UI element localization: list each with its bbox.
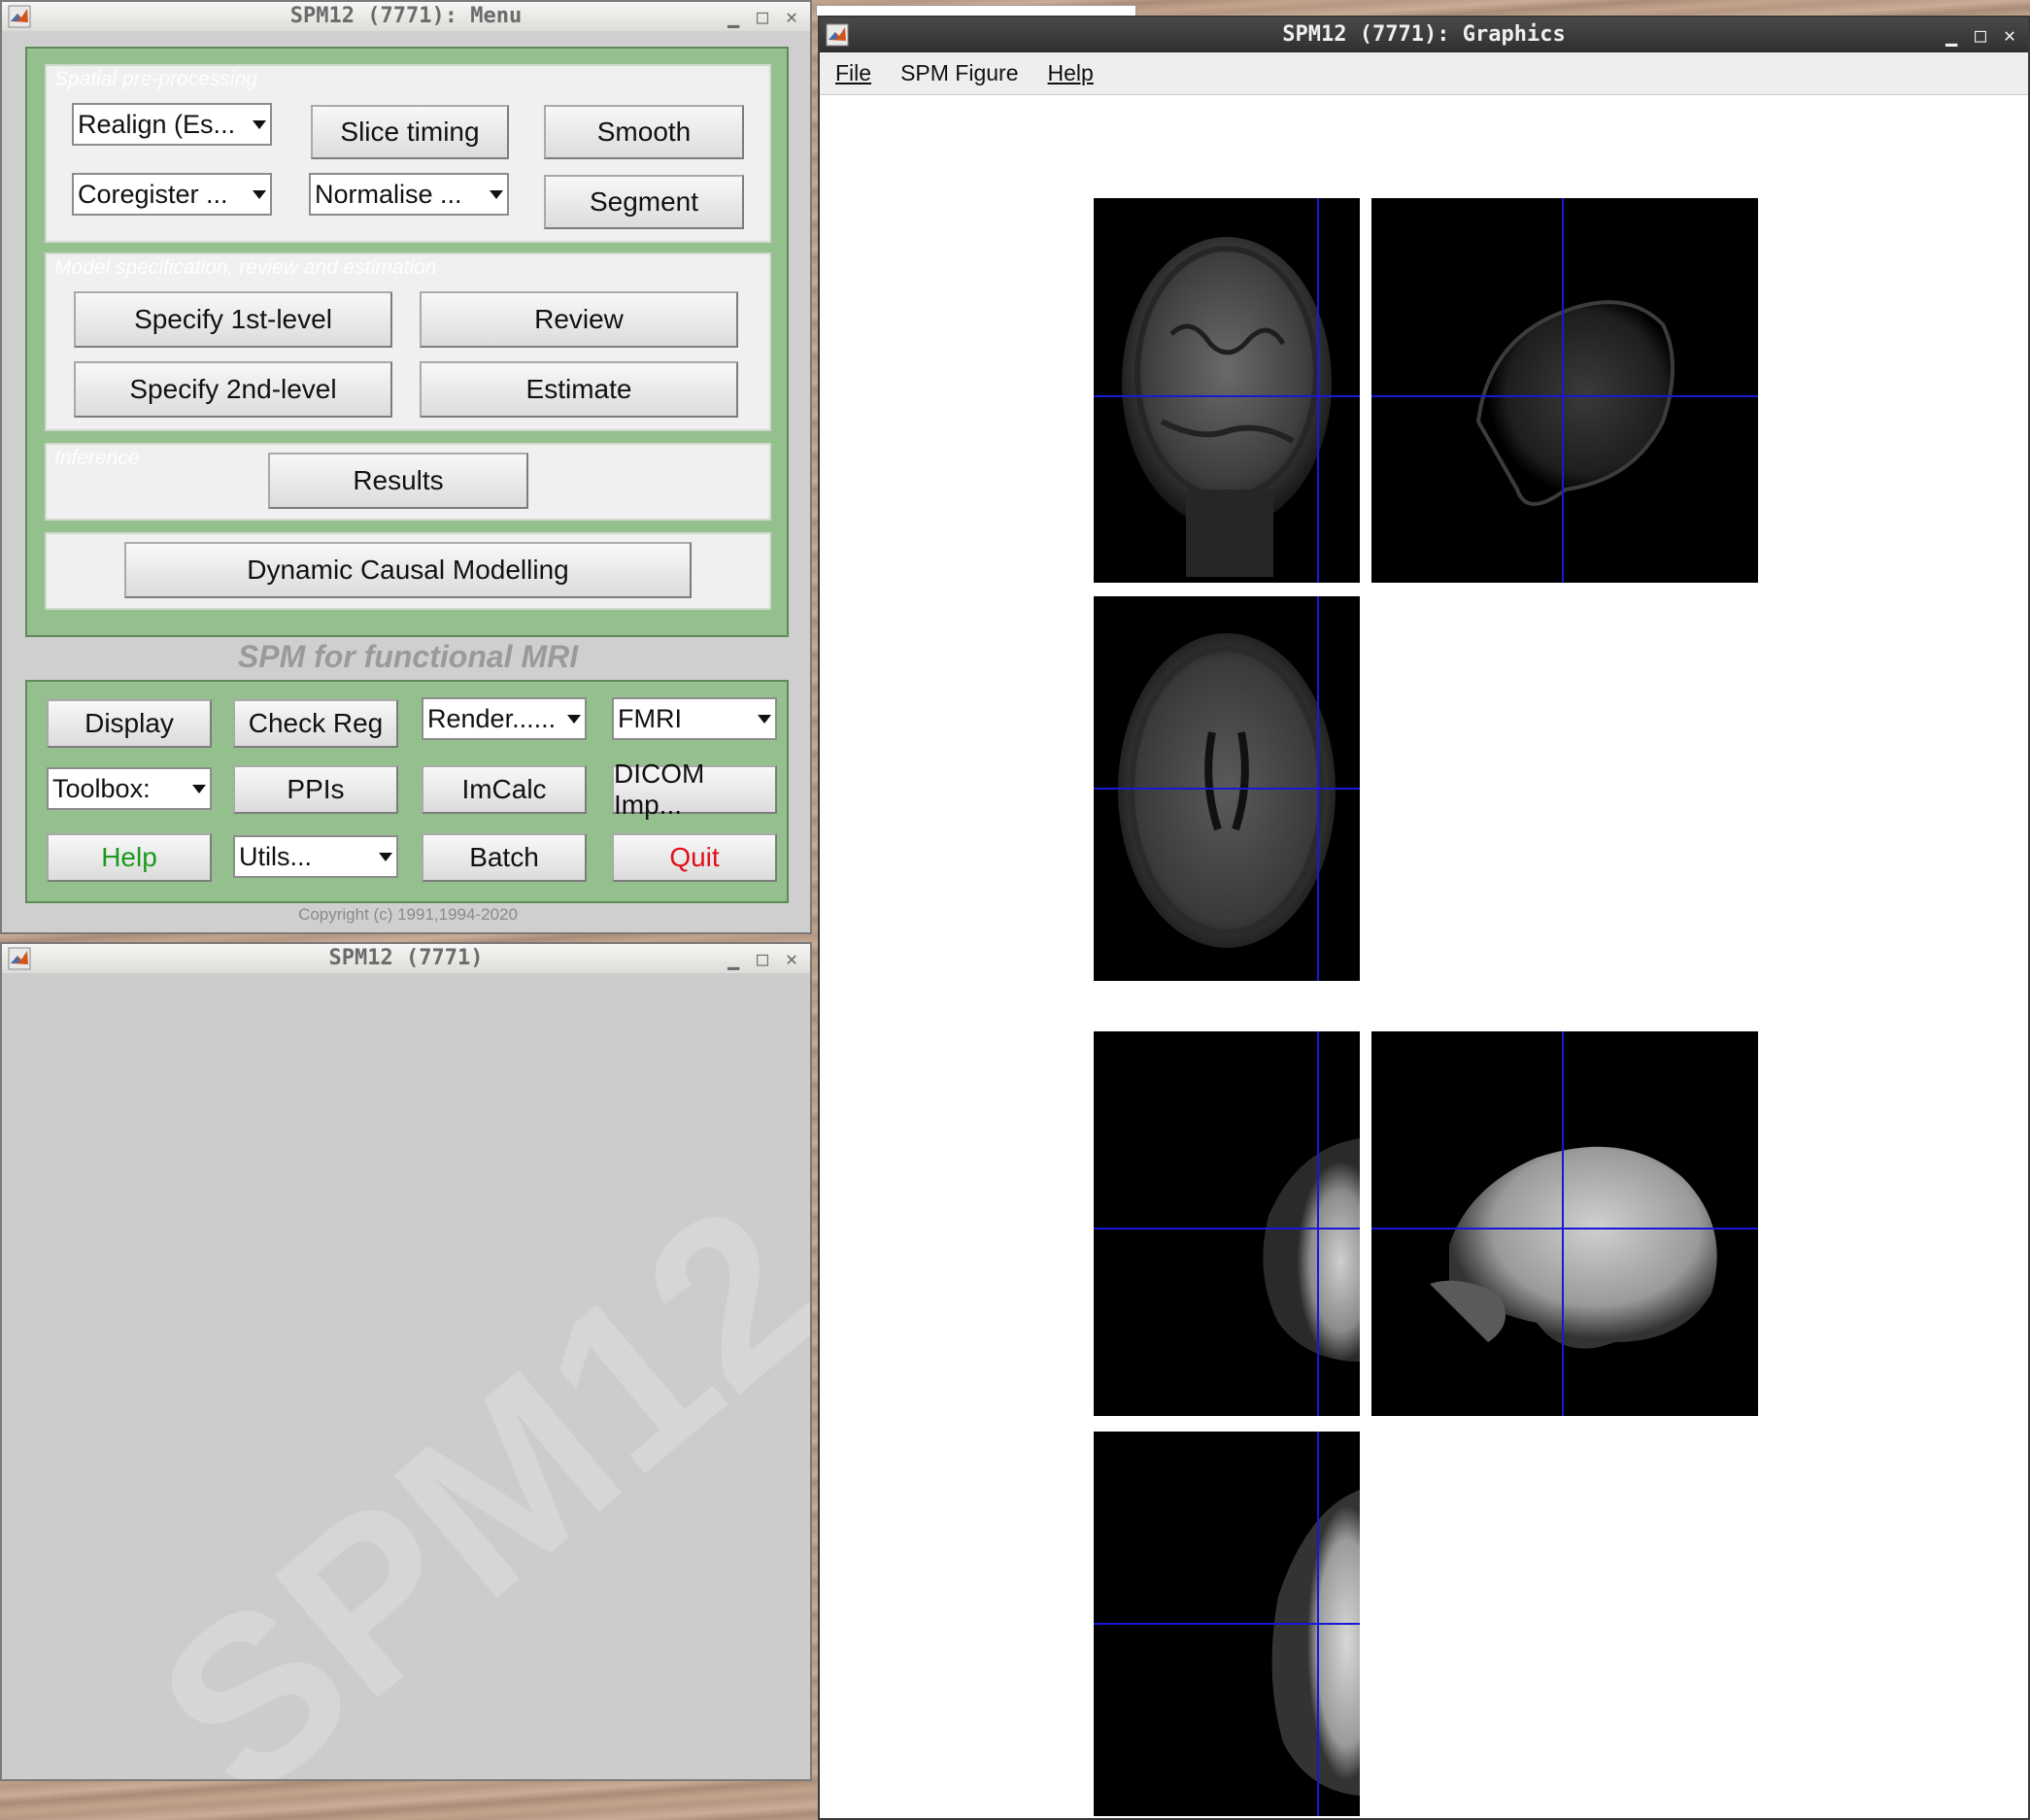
dropdown-arrow-icon — [490, 190, 503, 199]
minimize-icon[interactable]: ▁ — [723, 2, 744, 31]
modality-dropdown[interactable]: FMRI — [612, 697, 777, 740]
model-specification-label: Model specification, review and estimati… — [54, 256, 437, 279]
maximize-icon[interactable]: □ — [752, 944, 773, 973]
menu-spm-figure[interactable]: SPM Figure — [900, 60, 1018, 86]
coregister-dropdown-value: Coregister ... — [78, 179, 228, 209]
utils-dropdown-value: Utils... — [239, 841, 313, 871]
menu-top-panel: Spatial pre-processing Realign (Es... Sl… — [25, 47, 789, 637]
minimize-icon[interactable]: ▁ — [1941, 17, 1962, 52]
menu-file-label: File — [835, 60, 872, 85]
maximize-icon[interactable]: □ — [1970, 17, 1991, 52]
dropdown-arrow-icon — [758, 715, 771, 724]
estimate-button[interactable]: Estimate — [420, 361, 738, 418]
graphics-titlebar[interactable]: SPM12 (7771): Graphics ▁ □ ✕ — [820, 17, 2028, 52]
interactive-titlebar[interactable]: SPM12 (7771) ▁ □ ✕ — [2, 944, 810, 973]
dropdown-arrow-icon — [379, 853, 392, 861]
close-icon[interactable]: ✕ — [781, 944, 802, 973]
graphics-menubar: File SPM Figure Help — [820, 52, 2028, 95]
graphics-window-title: SPM12 (7771): Graphics — [1282, 22, 1566, 47]
coronal-view-2[interactable] — [1094, 1031, 1360, 1416]
sagittal-epi-image — [1430, 1146, 1717, 1349]
spm-menu-window: SPM12 (7771): Menu ▁ □ ✕ Spatial pre-pro… — [0, 0, 812, 934]
review-button[interactable]: Review — [420, 291, 738, 348]
coregister-dropdown[interactable]: Coregister ... — [72, 173, 272, 216]
dropdown-arrow-icon — [253, 190, 266, 199]
inference-label: Inference — [54, 447, 140, 469]
inference-box: Inference Results — [45, 443, 771, 521]
dropdown-arrow-icon — [192, 785, 206, 793]
segment-button[interactable]: Segment — [544, 175, 744, 229]
matlab-icon — [8, 5, 31, 28]
normalise-dropdown[interactable]: Normalise ... — [309, 173, 509, 216]
copyright-text: Copyright (c) 1991,1994-2020 — [298, 905, 518, 924]
render-dropdown[interactable]: Render...... — [422, 697, 587, 740]
help-button[interactable]: Help — [47, 833, 212, 882]
coronal-epi-image — [1263, 1138, 1360, 1362]
spm-subtitle: SPM for functional MRI — [237, 639, 579, 674]
utils-dropdown[interactable]: Utils... — [233, 835, 398, 878]
menu-bottom-panel: Display Check Reg Render...... FMRI Tool… — [25, 680, 789, 903]
dropdown-arrow-icon — [567, 715, 581, 724]
ppis-button[interactable]: PPIs — [233, 765, 398, 814]
dcm-box: Dynamic Causal Modelling — [45, 532, 771, 610]
menu-window-title: SPM12 (7771): Menu — [289, 4, 523, 28]
dicom-import-button[interactable]: DICOM Imp... — [612, 758, 777, 820]
menu-file[interactable]: File — [835, 60, 871, 86]
spm-graphics-window: SPM12 (7771): Graphics ▁ □ ✕ File SPM Fi… — [818, 16, 2030, 1820]
render-dropdown-value: Render...... — [427, 703, 557, 733]
smooth-button[interactable]: Smooth — [544, 105, 744, 159]
menu-spm-figure-label: SPM Figure — [900, 60, 1019, 85]
realign-dropdown-value: Realign (Es... — [78, 109, 236, 139]
results-button[interactable]: Results — [268, 453, 528, 509]
menu-help[interactable]: Help — [1048, 60, 1094, 86]
axial-view-1[interactable] — [1094, 596, 1360, 981]
coronal-view-1[interactable] — [1094, 198, 1360, 583]
sagittal-view-1[interactable] — [1371, 198, 1758, 583]
menu-titlebar[interactable]: SPM12 (7771): Menu ▁ □ ✕ — [2, 2, 810, 31]
dynamic-causal-modelling-button[interactable]: Dynamic Causal Modelling — [124, 542, 692, 598]
sagittal-brain-image — [1475, 300, 1675, 506]
axial-view-2[interactable] — [1094, 1432, 1360, 1816]
specify-2nd-level-button[interactable]: Specify 2nd-level — [74, 361, 392, 418]
slice-timing-button[interactable]: Slice timing — [311, 105, 509, 159]
maximize-icon[interactable]: □ — [752, 2, 773, 31]
toolbox-dropdown-value: Toolbox: — [52, 773, 151, 803]
normalise-dropdown-value: Normalise ... — [315, 179, 462, 209]
interactive-window-title: SPM12 (7771) — [328, 946, 484, 970]
batch-button[interactable]: Batch — [422, 833, 587, 882]
spm-interactive-window: SPM12 (7771) ▁ □ ✕ SPM12 — [0, 942, 812, 1781]
spatial-preprocessing-label: Spatial pre-processing — [54, 68, 257, 90]
coronal-brain-image — [1122, 237, 1332, 577]
sagittal-view-2[interactable] — [1371, 1031, 1758, 1416]
realign-dropdown[interactable]: Realign (Es... — [72, 103, 272, 146]
quit-button[interactable]: Quit — [612, 833, 777, 882]
toolbox-dropdown[interactable]: Toolbox: — [47, 767, 212, 810]
model-specification-box: Model specification, review and estimati… — [45, 253, 771, 431]
spatial-preprocessing-box: Spatial pre-processing Realign (Es... Sl… — [45, 64, 771, 243]
modality-dropdown-value: FMRI — [618, 703, 682, 733]
imcalc-button[interactable]: ImCalc — [422, 765, 587, 814]
display-button[interactable]: Display — [47, 699, 212, 748]
check-reg-button[interactable]: Check Reg — [233, 699, 398, 748]
spm12-watermark: SPM12 — [111, 1155, 812, 1781]
close-icon[interactable]: ✕ — [1999, 17, 2020, 52]
close-icon[interactable]: ✕ — [781, 2, 802, 31]
matlab-icon — [8, 947, 31, 970]
menu-help-label: Help — [1047, 60, 1094, 85]
matlab-icon — [826, 23, 849, 47]
dropdown-arrow-icon — [253, 120, 266, 129]
specify-1st-level-button[interactable]: Specify 1st-level — [74, 291, 392, 348]
minimize-icon[interactable]: ▁ — [723, 944, 744, 973]
